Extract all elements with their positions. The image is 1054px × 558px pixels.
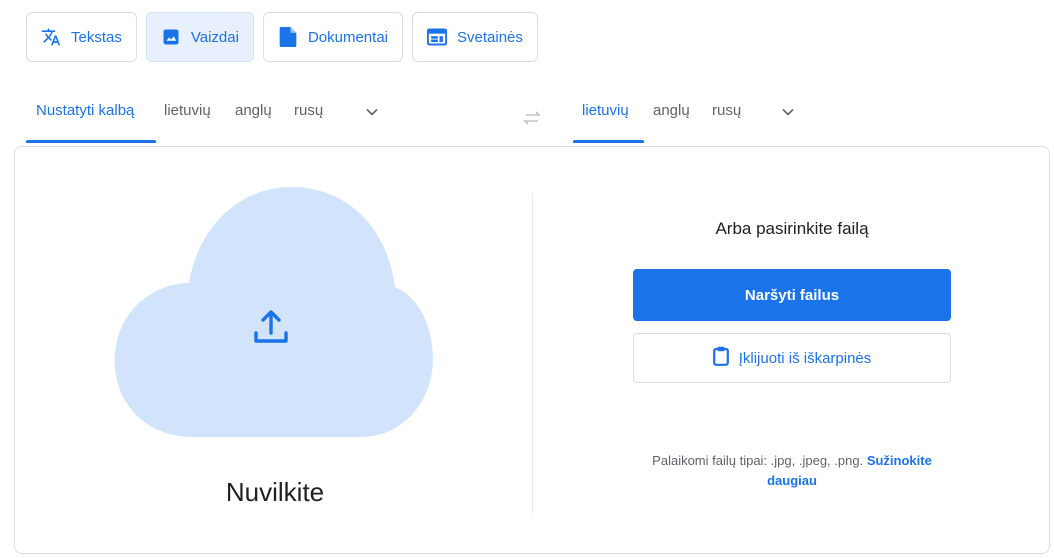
drop-zone[interactable] xyxy=(111,187,433,437)
panel-divider xyxy=(532,193,533,513)
target-lang-english-tab[interactable]: anglų xyxy=(653,100,690,134)
document-icon xyxy=(278,27,298,47)
chevron-down-icon[interactable] xyxy=(778,102,798,122)
supported-file-types: Palaikomi failų tipai: .jpg, .jpeg, .png… xyxy=(633,451,951,491)
paste-from-clipboard-button[interactable]: Įklijuoti iš iškarpinės xyxy=(633,333,951,383)
mode-websites-button[interactable]: Svetainės xyxy=(412,12,538,62)
mode-websites-label: Svetainės xyxy=(457,28,523,46)
choose-file-heading: Arba pasirinkite failą xyxy=(715,219,869,238)
website-icon xyxy=(427,27,447,47)
source-lang-russian-tab[interactable]: rusų xyxy=(294,100,323,134)
translate-icon xyxy=(41,27,61,47)
source-lang-english-tab[interactable]: anglų xyxy=(235,100,272,134)
upload-icon xyxy=(251,307,291,347)
language-bar: Nustatyti kalbą lietuvių anglų rusų liet… xyxy=(0,88,1054,146)
mode-documents-label: Dokumentai xyxy=(307,28,388,46)
mode-text-label: Tekstas xyxy=(71,28,122,46)
mode-images-button[interactable]: Vaizdai xyxy=(145,12,254,62)
mode-documents-button[interactable]: Dokumentai xyxy=(262,12,403,62)
source-lang-detect-tab[interactable]: Nustatyti kalbą xyxy=(36,100,134,134)
paste-label: Įklijuoti iš iškarpinės xyxy=(738,349,872,367)
browse-files-button[interactable]: Naršyti failus xyxy=(633,269,951,321)
image-icon xyxy=(161,27,181,47)
swap-icon[interactable] xyxy=(520,106,544,130)
mode-text-button[interactable]: Tekstas xyxy=(26,12,137,62)
clipboard-icon xyxy=(712,346,729,370)
mode-images-label: Vaizdai xyxy=(190,28,239,46)
mode-selector: Tekstas Vaizdai Dokumentai Svetainės xyxy=(26,12,538,62)
source-lang-lithuanian-tab[interactable]: lietuvių xyxy=(164,100,211,134)
supported-types-text: Palaikomi failų tipai: .jpg, .jpeg, .png… xyxy=(652,453,864,468)
target-lang-russian-tab[interactable]: rusų xyxy=(712,100,741,134)
drop-label: Nuvilkite xyxy=(225,477,325,507)
chevron-down-icon[interactable] xyxy=(362,102,382,122)
upload-panel: Nuvilkite Arba pasirinkite failą Naršyti… xyxy=(14,146,1050,554)
target-lang-lithuanian-tab[interactable]: lietuvių xyxy=(582,100,629,134)
source-active-indicator xyxy=(26,140,156,143)
target-active-indicator xyxy=(573,140,644,143)
